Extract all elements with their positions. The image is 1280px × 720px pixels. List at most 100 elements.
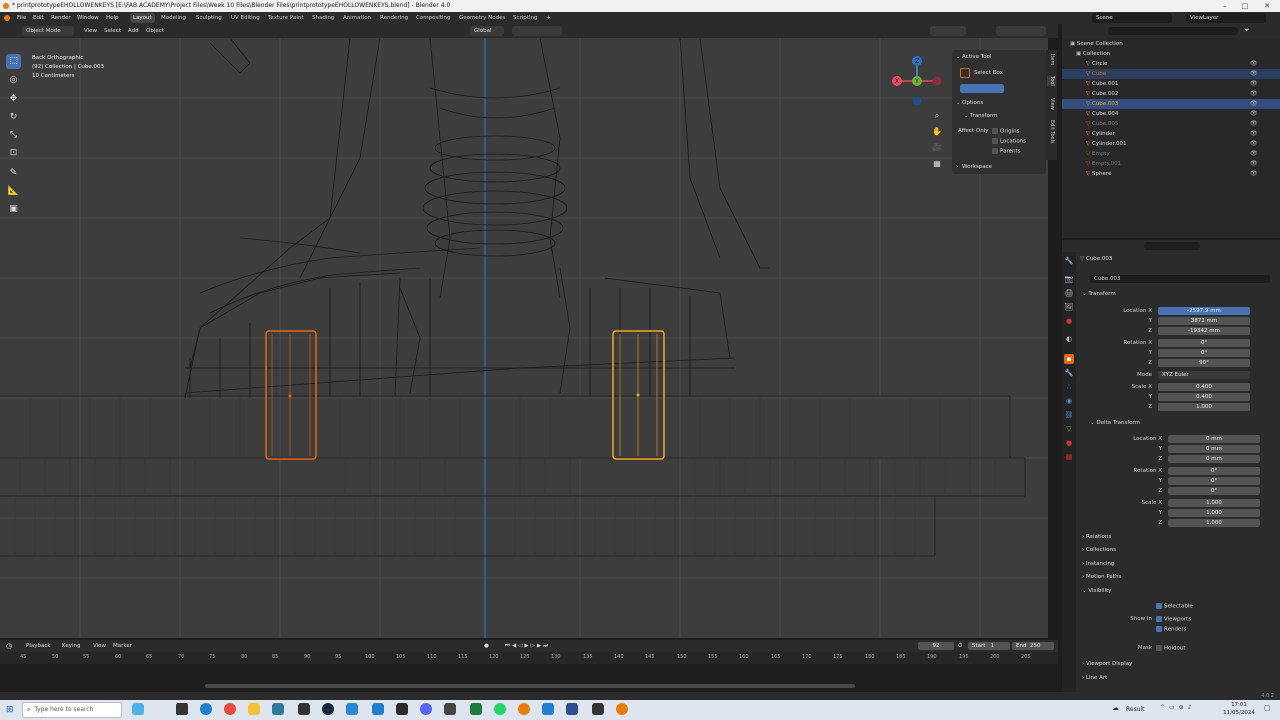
tool-properties-icon[interactable]: 🔧 <box>1064 256 1074 266</box>
timeline-ruler[interactable]: 45 50 55 60 65 70 75 80 85 90 95 100 105… <box>0 652 1058 664</box>
transform-section[interactable]: ⌄ Transform <box>1082 291 1116 297</box>
properties-search-input[interactable] <box>1144 242 1200 250</box>
menu-view[interactable]: View <box>84 26 97 36</box>
delta-scale-z-field[interactable]: 1.000 <box>1168 519 1260 527</box>
line-art-section[interactable]: › Line Art <box>1082 675 1107 681</box>
current-frame-field[interactable]: 92 <box>918 642 954 650</box>
menu-window[interactable]: Window <box>77 12 99 24</box>
system-tray-icons[interactable]: ⌃▭⊛♪ <box>1160 704 1196 711</box>
origins-checkbox[interactable]: Origins <box>992 128 1020 135</box>
notifications-icon[interactable]: ▢ <box>1264 704 1271 712</box>
orientation-selector[interactable]: Global <box>470 26 504 36</box>
material-properties-icon[interactable]: ● <box>1064 438 1074 448</box>
outliner-item[interactable]: ▽ Cube <box>1062 69 1280 79</box>
scene-selector[interactable]: Scene <box>1092 13 1172 23</box>
menu-timeline-view[interactable]: View <box>93 641 106 651</box>
delta-transform-section[interactable]: ⌄ Delta Transform <box>1090 420 1140 426</box>
select-box-icon[interactable] <box>960 68 970 78</box>
instancing-section[interactable]: › Instancing <box>1082 561 1114 567</box>
app-icon[interactable] <box>396 703 408 715</box>
tab-geometry-nodes[interactable]: Geometry Nodes <box>456 13 508 23</box>
texture-properties-icon[interactable]: ▦ <box>1064 452 1074 462</box>
maximize-icon[interactable]: □ <box>1235 0 1255 12</box>
viewports-checkbox[interactable]: Viewports <box>1156 616 1191 623</box>
location-z-field[interactable]: -19342 mm <box>1158 327 1250 335</box>
record-icon[interactable]: ● <box>484 641 489 651</box>
tab-view[interactable]: View <box>1047 98 1056 110</box>
scene-properties-icon[interactable]: ● <box>1064 316 1074 326</box>
outliner-item[interactable]: ▽ Empty.001 <box>1062 159 1280 169</box>
menu-file[interactable]: File <box>17 12 26 24</box>
visibility-controls[interactable] <box>930 26 966 36</box>
excel-icon[interactable] <box>470 703 482 715</box>
discord-icon[interactable] <box>420 703 432 715</box>
tab-uv-editing[interactable]: UV Editing <box>228 13 263 23</box>
annotate-tool-icon[interactable]: ✎ <box>6 166 21 181</box>
menu-playback[interactable]: Playback <box>26 641 51 651</box>
camera-icon[interactable]: 🎥 <box>930 140 944 156</box>
app-icon[interactable] <box>444 703 456 715</box>
menu-object[interactable]: Object <box>146 26 164 36</box>
scene-collection-row[interactable]: ▣ Scene Collection <box>1062 39 1280 49</box>
scale-y-field[interactable]: 0.400 <box>1158 393 1250 401</box>
view-layer-selector[interactable]: ViewLayer <box>1186 13 1266 23</box>
rotation-z-field[interactable]: 90° <box>1158 359 1250 367</box>
outliner-item[interactable]: ▽ Cylinder.001 <box>1062 139 1280 149</box>
tab-scripting[interactable]: Scripting <box>510 13 540 23</box>
measure-tool-icon[interactable]: 📐 <box>6 184 21 199</box>
app-icon[interactable] <box>518 703 530 715</box>
blender-taskbar-icon[interactable] <box>616 703 628 715</box>
tab-texture-paint[interactable]: Texture Paint <box>265 13 307 23</box>
start-frame-field[interactable]: Start 1 <box>968 642 1010 650</box>
collapse-arrow-icon[interactable]: ⌄ <box>956 54 961 60</box>
tab-rendering[interactable]: Rendering <box>377 13 411 23</box>
app-icon[interactable] <box>346 703 358 715</box>
render-properties-icon[interactable]: 📷 <box>1064 274 1074 284</box>
tab-layout[interactable]: Layout <box>130 13 155 23</box>
end-frame-field[interactable]: End 250 <box>1012 642 1054 650</box>
outliner-item[interactable]: ▽ Cube.003 <box>1062 99 1280 109</box>
outliner-item[interactable]: ▽ Cube.005 <box>1062 119 1280 129</box>
outliner-item[interactable]: ▽ Cube.001 <box>1062 79 1280 89</box>
mode-selector[interactable]: Object Mode <box>22 26 74 36</box>
delta-scale-y-field[interactable]: 1.000 <box>1168 509 1260 517</box>
outliner-item[interactable]: ▽ Cube.004 <box>1062 109 1280 119</box>
navigation-gizmo[interactable]: Z X Y <box>890 54 946 110</box>
pan-hand-icon[interactable]: ✋ <box>930 124 944 140</box>
visibility-toggles[interactable]: 👁 👁 👁 👁 👁 👁 👁 👁 👁 👁 👁 👁 <box>1250 59 1276 179</box>
vscode-icon[interactable] <box>542 703 554 715</box>
delta-location-y-field[interactable]: 0 mm <box>1168 445 1260 453</box>
visibility-section[interactable]: ⌄ Visibility <box>1082 588 1111 594</box>
transform-tool-icon[interactable]: ⊡ <box>6 146 21 161</box>
outliner-search-input[interactable] <box>1108 27 1238 35</box>
app-icon[interactable] <box>592 703 604 715</box>
collections-section[interactable]: › Collections <box>1082 547 1116 553</box>
select-mode-buttons[interactable] <box>960 84 1004 93</box>
tab-sculpting[interactable]: Sculpting <box>193 13 225 23</box>
delta-rotation-z-field[interactable]: 0° <box>1168 487 1260 495</box>
timeline-scrollbar[interactable] <box>205 684 855 688</box>
scale-x-field[interactable]: 0.400 <box>1158 383 1250 391</box>
tab-edit-tools[interactable]: Edit Tools <box>1047 120 1056 144</box>
cursor-tool-icon[interactable]: ◎ <box>6 73 21 88</box>
view-layer-icon[interactable]: 🖼 <box>1064 302 1074 312</box>
delta-rotation-x-field[interactable]: 0° <box>1168 467 1260 475</box>
close-icon[interactable]: ✕ <box>1257 0 1277 12</box>
constraints-properties-icon[interactable]: ⛓ <box>1064 410 1074 420</box>
grid-view-icon[interactable]: ▦ <box>930 156 944 172</box>
outliner-item[interactable]: ▽ Cylinder <box>1062 129 1280 139</box>
tab-animation[interactable]: Animation <box>340 13 374 23</box>
location-x-field[interactable]: -2597.9 mm <box>1158 307 1250 315</box>
menu-keying[interactable]: Keying <box>62 641 80 651</box>
selectable-checkbox[interactable]: Selectable <box>1156 603 1193 610</box>
3d-viewport[interactable] <box>0 38 1048 638</box>
select-box-tool-icon[interactable]: ⬚ <box>6 54 21 69</box>
add-cube-tool-icon[interactable]: ▣ <box>6 202 21 217</box>
collection-row[interactable]: ▣ Collection <box>1062 49 1280 59</box>
edge-browser-icon[interactable] <box>200 703 212 715</box>
menu-help[interactable]: Help <box>106 12 119 24</box>
tab-compositing[interactable]: Compositing <box>413 13 453 23</box>
object-name-field[interactable]: Cube.003 <box>1090 275 1270 283</box>
steam-icon[interactable] <box>322 703 334 715</box>
object-properties-icon[interactable]: ▪ <box>1064 354 1074 364</box>
